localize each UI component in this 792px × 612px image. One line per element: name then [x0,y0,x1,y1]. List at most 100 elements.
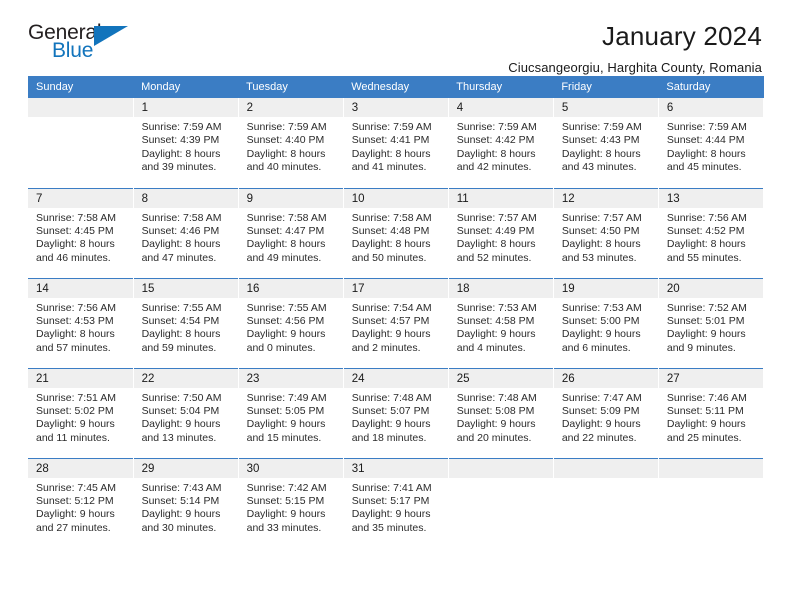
day-number: 19 [553,278,658,298]
day-number [658,458,763,478]
day-details: Sunrise: 7:58 AM Sunset: 4:47 PM Daylight:… [239,208,343,266]
day-cell-18[interactable]: 18 Sunrise: 7:53 AM Sunset: 4:58 PM Dayligh… [448,277,554,368]
day-cell-23[interactable]: 23 Sunrise: 7:49 AM Sunset: 5:05 PM Dayligh… [238,367,344,458]
sunrise-text: Sunrise: 7:42 AM [246,481,327,494]
sunrise-text: Sunrise: 7:57 AM [561,211,642,224]
day-number: 7 [28,188,133,208]
day-number: 13 [658,188,763,208]
sunset-text: Sunset: 5:15 PM [246,494,325,507]
triangle-icon [94,26,128,46]
daylight-text: Daylight: 9 hours [561,328,641,341]
day-cell-20[interactable]: 20 Sunrise: 7:52 AM Sunset: 5:01 PM Dayligh… [658,277,765,368]
daylight-text: and 11 minutes. [36,431,110,444]
sunrise-text: Sunrise: 7:53 AM [561,301,642,314]
daylight-text: Daylight: 8 hours [246,147,326,160]
day-cell-4[interactable]: 4 Sunrise: 7:59 AM Sunset: 4:42 PM Daylight… [448,98,554,188]
day-cell-12[interactable]: 12 Sunrise: 7:57 AM Sunset: 4:50 PM Dayligh… [553,187,659,278]
daylight-text: and 9 minutes. [666,341,736,354]
daylight-text: and 0 minutes. [246,341,316,354]
sunrise-text: Sunrise: 7:53 AM [456,301,537,314]
sunrise-text: Sunrise: 7:41 AM [351,481,432,494]
day-cell-16[interactable]: 16 Sunrise: 7:55 AM Sunset: 4:56 PM Dayligh… [238,277,344,368]
day-cell-24[interactable]: 24 Sunrise: 7:48 AM Sunset: 5:07 PM Dayligh… [343,367,449,458]
day-cell-5[interactable]: 5 Sunrise: 7:59 AM Sunset: 4:43 PM Daylight… [553,98,659,188]
day-cell-6[interactable]: 6 Sunrise: 7:59 AM Sunset: 4:44 PM Daylight… [658,98,765,188]
day-cell-29[interactable]: 29 Sunrise: 7:43 AM Sunset: 5:14 PM Dayligh… [133,457,239,548]
day-cell-8[interactable]: 8 Sunrise: 7:58 AM Sunset: 4:46 PM Daylight… [133,187,239,278]
daylight-text: and 55 minutes. [666,251,742,264]
daylight-text: Daylight: 9 hours [456,328,536,341]
day-cell-3[interactable]: 3 Sunrise: 7:59 AM Sunset: 4:41 PM Daylight… [343,98,449,188]
day-cell-28[interactable]: 28 Sunrise: 7:45 AM Sunset: 5:12 PM Dayligh… [28,457,134,548]
day-cell-19[interactable]: 19 Sunrise: 7:53 AM Sunset: 5:00 PM Dayligh… [553,277,659,368]
daylight-text: Daylight: 9 hours [351,418,431,431]
day-number: 29 [133,458,238,478]
day-cell-22[interactable]: 22 Sunrise: 7:50 AM Sunset: 5:04 PM Dayligh… [133,367,239,458]
day-cell-1[interactable]: 1 Sunrise: 7:59 AM Sunset: 4:39 PM Daylight… [133,98,239,188]
day-cell-2[interactable]: 2 Sunrise: 7:59 AM Sunset: 4:40 PM Daylight… [238,98,344,188]
sunset-text: Sunset: 5:00 PM [561,314,640,327]
sunset-text: Sunset: 5:11 PM [666,404,744,417]
day-cell-11[interactable]: 11 Sunrise: 7:57 AM Sunset: 4:49 PM Dayligh… [448,187,554,278]
day-cell-9[interactable]: 9 Sunrise: 7:58 AM Sunset: 4:47 PM Daylight… [238,187,344,278]
day-cell-26[interactable]: 26 Sunrise: 7:47 AM Sunset: 5:09 PM Dayligh… [553,367,659,458]
day-number: 31 [343,458,448,478]
day-number [448,458,553,478]
day-details: Sunrise: 7:53 AM Sunset: 4:58 PM Daylight:… [449,298,553,356]
sunrise-text: Sunrise: 7:59 AM [246,121,327,133]
sunset-text: Sunset: 5:07 PM [351,404,430,417]
day-cell-14[interactable]: 14 Sunrise: 7:56 AM Sunset: 4:53 PM Dayligh… [28,277,134,368]
daylight-text: and 18 minutes. [351,431,427,444]
weekday-header-wednesday: Wednesday [343,76,449,98]
sunset-text: Sunset: 4:57 PM [351,314,430,327]
daylight-text: and 45 minutes. [666,161,742,174]
sunset-text: Sunset: 5:14 PM [141,494,220,507]
generalblue-logo[interactable]: General Blue [28,22,148,70]
day-number [553,458,658,478]
day-details: Sunrise: 7:48 AM Sunset: 5:07 PM Daylight:… [344,388,448,446]
sunset-text: Sunset: 4:43 PM [561,134,640,147]
daylight-text: Daylight: 9 hours [456,418,536,431]
day-cell-31[interactable]: 31 Sunrise: 7:41 AM Sunset: 5:17 PM Dayligh… [343,457,449,548]
day-details: Sunrise: 7:58 AM Sunset: 4:48 PM Daylight:… [344,208,448,266]
day-details: Sunrise: 7:58 AM Sunset: 4:46 PM Daylight:… [134,208,238,266]
sunset-text: Sunset: 4:56 PM [246,314,325,327]
day-number: 6 [658,98,763,117]
sunset-text: Sunset: 4:47 PM [246,224,325,237]
day-cell-21[interactable]: 21 Sunrise: 7:51 AM Sunset: 5:02 PM Dayligh… [28,367,134,458]
day-number: 25 [448,368,553,388]
daylight-text: Daylight: 8 hours [141,147,221,160]
day-cell-27[interactable]: 27 Sunrise: 7:46 AM Sunset: 5:11 PM Dayligh… [658,367,765,458]
day-cell-13[interactable]: 13 Sunrise: 7:56 AM Sunset: 4:52 PM Dayligh… [658,187,765,278]
day-details: Sunrise: 7:56 AM Sunset: 4:53 PM Daylight:… [28,298,133,356]
day-details: Sunrise: 7:58 AM Sunset: 4:45 PM Daylight:… [28,208,133,266]
sunrise-text: Sunrise: 7:46 AM [666,391,747,404]
day-details: Sunrise: 7:57 AM Sunset: 4:50 PM Daylight:… [554,208,658,266]
sunrise-text: Sunrise: 7:56 AM [666,211,747,224]
sunrise-text: Sunrise: 7:51 AM [36,391,116,404]
day-number: 5 [553,98,658,117]
day-cell-17[interactable]: 17 Sunrise: 7:54 AM Sunset: 4:57 PM Dayligh… [343,277,449,368]
daylight-text: and 27 minutes. [36,521,111,534]
day-cell-empty [28,98,134,188]
daylight-text: and 57 minutes. [36,341,111,354]
day-details: Sunrise: 7:56 AM Sunset: 4:52 PM Daylight:… [659,208,763,266]
sunset-text: Sunset: 4:42 PM [456,134,535,147]
day-cell-7[interactable]: 7 Sunrise: 7:58 AM Sunset: 4:45 PM Daylight… [28,187,134,278]
day-details: Sunrise: 7:48 AM Sunset: 5:08 PM Daylight:… [449,388,553,446]
daylight-text: and 49 minutes. [246,251,322,264]
day-details: Sunrise: 7:57 AM Sunset: 4:49 PM Daylight:… [449,208,553,266]
calendar-week-row: 7 Sunrise: 7:58 AM Sunset: 4:45 PM Daylight… [28,187,765,278]
sunset-text: Sunset: 4:53 PM [36,314,114,327]
day-cell-empty [553,457,659,548]
day-cell-10[interactable]: 10 Sunrise: 7:58 AM Sunset: 4:48 PM Dayligh… [343,187,449,278]
title-block: January 2024 Ciucsangeorgiu, Harghita Co… [508,22,764,75]
day-cell-30[interactable]: 30 Sunrise: 7:42 AM Sunset: 5:15 PM Dayligh… [238,457,344,548]
daylight-text: Daylight: 8 hours [666,238,746,251]
sunrise-text: Sunrise: 7:49 AM [246,391,327,404]
day-cell-25[interactable]: 25 Sunrise: 7:48 AM Sunset: 5:08 PM Dayligh… [448,367,554,458]
day-cell-15[interactable]: 15 Sunrise: 7:55 AM Sunset: 4:54 PM Dayligh… [133,277,239,368]
day-details: Sunrise: 7:51 AM Sunset: 5:02 PM Daylight:… [28,388,133,446]
daylight-text: and 30 minutes. [141,521,217,534]
daylight-text: Daylight: 9 hours [246,328,326,341]
